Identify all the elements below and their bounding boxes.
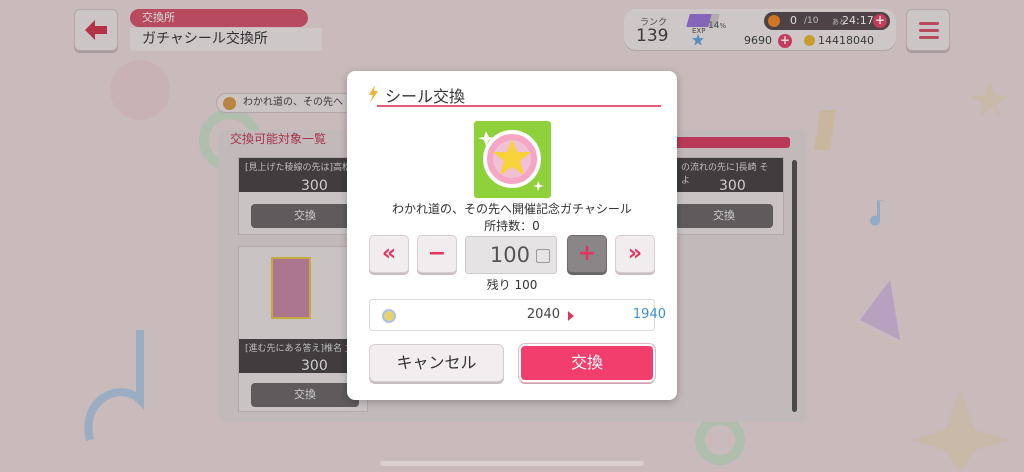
title-underline [377, 105, 661, 107]
cost-summary: 2040 1940 [369, 299, 666, 331]
lightning-icon [369, 85, 378, 103]
sticker-currency-icon [382, 309, 396, 323]
exchange-button[interactable]: 交換 [519, 344, 655, 382]
dialog-title: シール交換 [385, 87, 466, 106]
max-quantity-button[interactable]: » [615, 235, 655, 273]
remaining-count: 残り 100 [486, 278, 538, 292]
owned-count: 所持数：0 [484, 219, 540, 233]
min-quantity-button[interactable]: « [369, 235, 409, 273]
screen: 交換所 ガチャシール交換所 ランク 139 EXP 14% 0 /10 あと 2… [0, 0, 1024, 472]
home-indicator[interactable] [380, 461, 644, 466]
cost-before: 2040 [526, 307, 560, 322]
quantity-value: 100 [489, 243, 530, 267]
increase-quantity-button[interactable]: + [567, 235, 607, 273]
item-name: わかれ道の、その先へ開催記念ガチャシール [392, 202, 632, 216]
sticker-exchange-dialog: シール交換 わかれ道の、その先へ開催記念ガチャシール 所持数：0 « − 100… [347, 71, 677, 400]
quantity-input[interactable]: 100 [465, 236, 557, 274]
gacha-sticker-icon [474, 121, 551, 198]
calculator-icon[interactable] [536, 249, 550, 263]
decrease-quantity-button[interactable]: − [417, 235, 457, 273]
cancel-button[interactable]: キャンセル [369, 344, 504, 382]
arrow-right-icon [568, 311, 574, 321]
cost-after: 1940 [632, 307, 666, 322]
